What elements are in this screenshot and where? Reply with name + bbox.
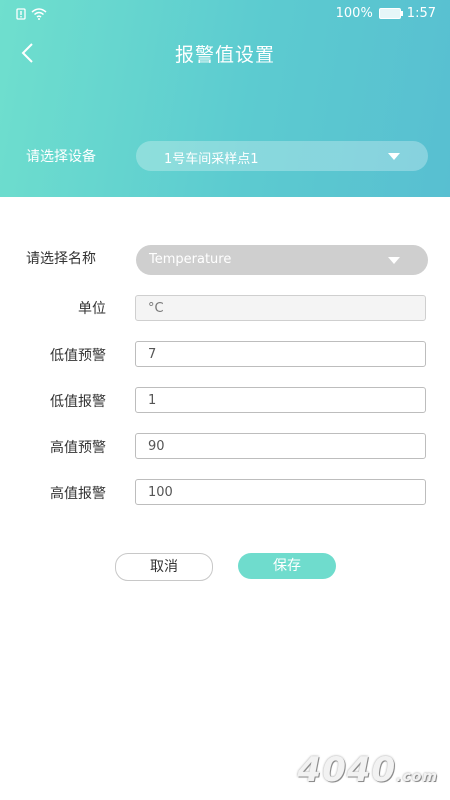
battery-percent: 100% (335, 6, 373, 21)
watermark-suffix: .com (396, 769, 438, 785)
name-selected-value: Temperature (149, 252, 232, 267)
save-button[interactable]: 保存 (238, 553, 336, 579)
wifi-icon (31, 8, 47, 24)
device-label: 请选择设备 (26, 149, 96, 165)
notification-icon (16, 8, 26, 24)
name-label: 请选择名称 (26, 251, 96, 267)
name-select[interactable]: Temperature (136, 245, 428, 275)
status-bar: 100% 1:57 (0, 0, 450, 30)
device-selected-value: 1号车间采样点1 (164, 152, 259, 167)
unit-field: °C (135, 295, 426, 321)
chevron-down-icon (388, 153, 400, 160)
low-alarm-input[interactable]: 1 (135, 387, 426, 413)
high-warning-input[interactable]: 90 (135, 433, 426, 459)
unit-label: 单位 (78, 301, 106, 317)
clock: 1:57 (406, 6, 436, 21)
battery-icon (378, 8, 403, 19)
cancel-button[interactable]: 取消 (115, 553, 213, 581)
low-alarm-label: 低值报警 (50, 394, 106, 410)
chevron-down-icon (388, 257, 400, 264)
watermark-text: 4040 (297, 750, 397, 790)
device-select[interactable]: 1号车间采样点1 (136, 141, 428, 171)
high-warning-label: 高值预警 (50, 440, 106, 456)
low-warning-label: 低值预警 (50, 348, 106, 364)
site-watermark: 4040.com (298, 750, 438, 790)
low-warning-input[interactable]: 7 (135, 341, 426, 367)
page-title: 报警值设置 (174, 44, 275, 66)
high-alarm-input[interactable]: 100 (135, 479, 426, 505)
high-alarm-label: 高值报警 (50, 486, 106, 502)
header-banner: 100% 1:57 报警值设置 请选择设备 1号车间采样点1 (0, 0, 450, 197)
